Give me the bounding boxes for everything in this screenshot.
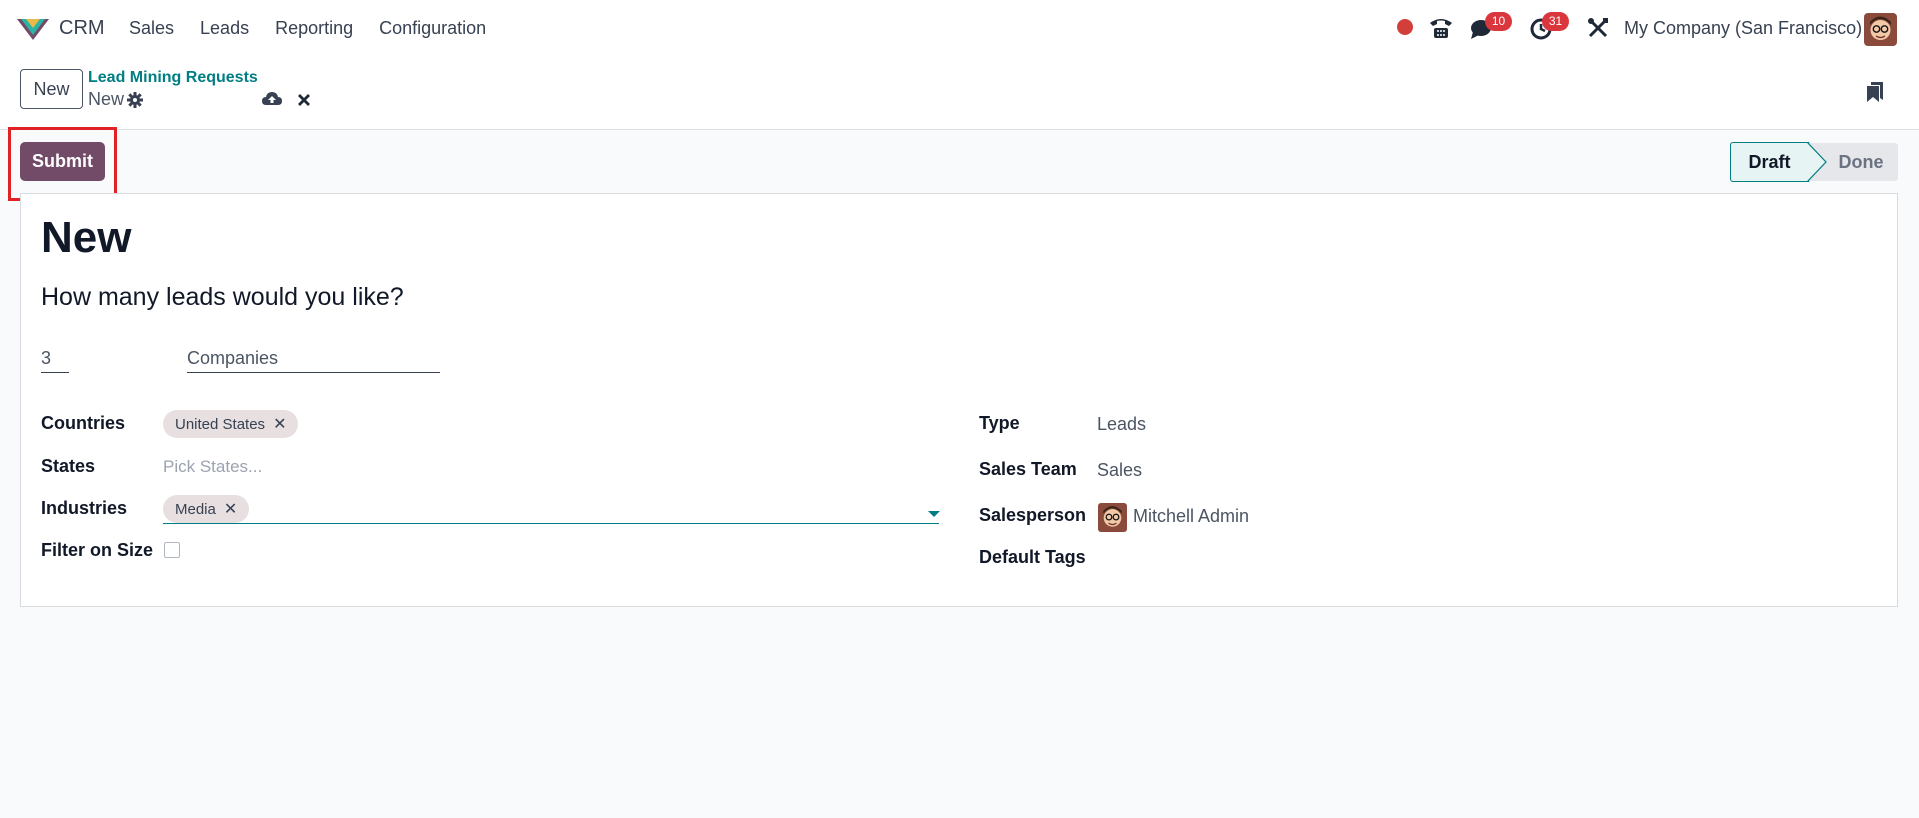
- tools-icon[interactable]: [1587, 17, 1609, 39]
- sales-team-value[interactable]: Sales: [1097, 460, 1142, 481]
- default-tags-label: Default Tags: [979, 547, 1086, 567]
- new-button[interactable]: New: [20, 69, 83, 109]
- salesperson-avatar: [1098, 503, 1127, 532]
- states-input[interactable]: Pick States...: [163, 457, 262, 477]
- record-title[interactable]: New: [41, 213, 131, 263]
- company-switcher[interactable]: My Company (San Francisco): [1624, 18, 1862, 39]
- filter-size-label: Filter on Size: [41, 540, 154, 560]
- stage-draft[interactable]: Draft: [1730, 142, 1808, 182]
- menu-sales[interactable]: Sales: [129, 18, 174, 39]
- cloud-save-icon[interactable]: [262, 90, 282, 108]
- phone-icon[interactable]: [1428, 16, 1454, 40]
- discard-icon[interactable]: [297, 93, 311, 107]
- countries-label: Countries: [41, 413, 126, 433]
- filter-size-checkbox[interactable]: [164, 542, 180, 558]
- gear-icon[interactable]: [127, 92, 143, 108]
- stage-arrow-overlay: [1807, 142, 1827, 182]
- main-menu: Sales Leads Reporting Configuration: [129, 18, 512, 39]
- type-label: Type: [979, 413, 1020, 433]
- country-tag: United States ✕: [163, 410, 299, 438]
- industry-tag: Media ✕: [163, 495, 250, 523]
- form-sheet: [20, 193, 1898, 607]
- app-name[interactable]: CRM: [59, 17, 105, 40]
- chat-badge: 10: [1485, 12, 1512, 31]
- chevron-down-icon[interactable]: [928, 511, 940, 517]
- close-icon[interactable]: ✕: [224, 499, 237, 519]
- lead-quantity-input[interactable]: 3: [41, 348, 69, 373]
- top-navbar: CRM Sales Leads Reporting Configuration …: [0, 0, 1919, 58]
- record-dot-icon[interactable]: [1397, 19, 1413, 35]
- bookmark-icon[interactable]: [1866, 81, 1884, 103]
- breadcrumb-current-record: New: [88, 89, 125, 109]
- status-bar: [0, 131, 1919, 193]
- user-avatar[interactable]: [1864, 13, 1897, 46]
- industries-input[interactable]: [163, 523, 939, 524]
- states-label: States: [41, 456, 96, 476]
- leads-question: How many leads would you like?: [41, 283, 404, 311]
- submit-button[interactable]: Submit: [20, 142, 105, 181]
- breadcrumb-lead-mining-requests[interactable]: Lead Mining Requests: [88, 69, 258, 87]
- menu-reporting[interactable]: Reporting: [275, 18, 353, 39]
- search-type-select[interactable]: Companies: [187, 348, 440, 373]
- type-value[interactable]: Leads: [1097, 414, 1146, 435]
- activity-badge: 31: [1542, 12, 1569, 31]
- industries-label: Industries: [41, 498, 128, 518]
- country-tag-label: United States: [175, 415, 266, 433]
- control-panel: New Lead Mining Requests New: [0, 58, 1919, 130]
- close-icon[interactable]: ✕: [273, 414, 286, 434]
- sales-team-label: Sales Team: [979, 459, 1077, 479]
- salesperson-value[interactable]: Mitchell Admin: [1133, 506, 1249, 527]
- salesperson-label: Salesperson: [979, 505, 1087, 525]
- app-logo-icon[interactable]: [16, 16, 50, 42]
- menu-configuration[interactable]: Configuration: [379, 18, 486, 39]
- menu-leads[interactable]: Leads: [200, 18, 249, 39]
- industry-tag-label: Media: [175, 500, 216, 518]
